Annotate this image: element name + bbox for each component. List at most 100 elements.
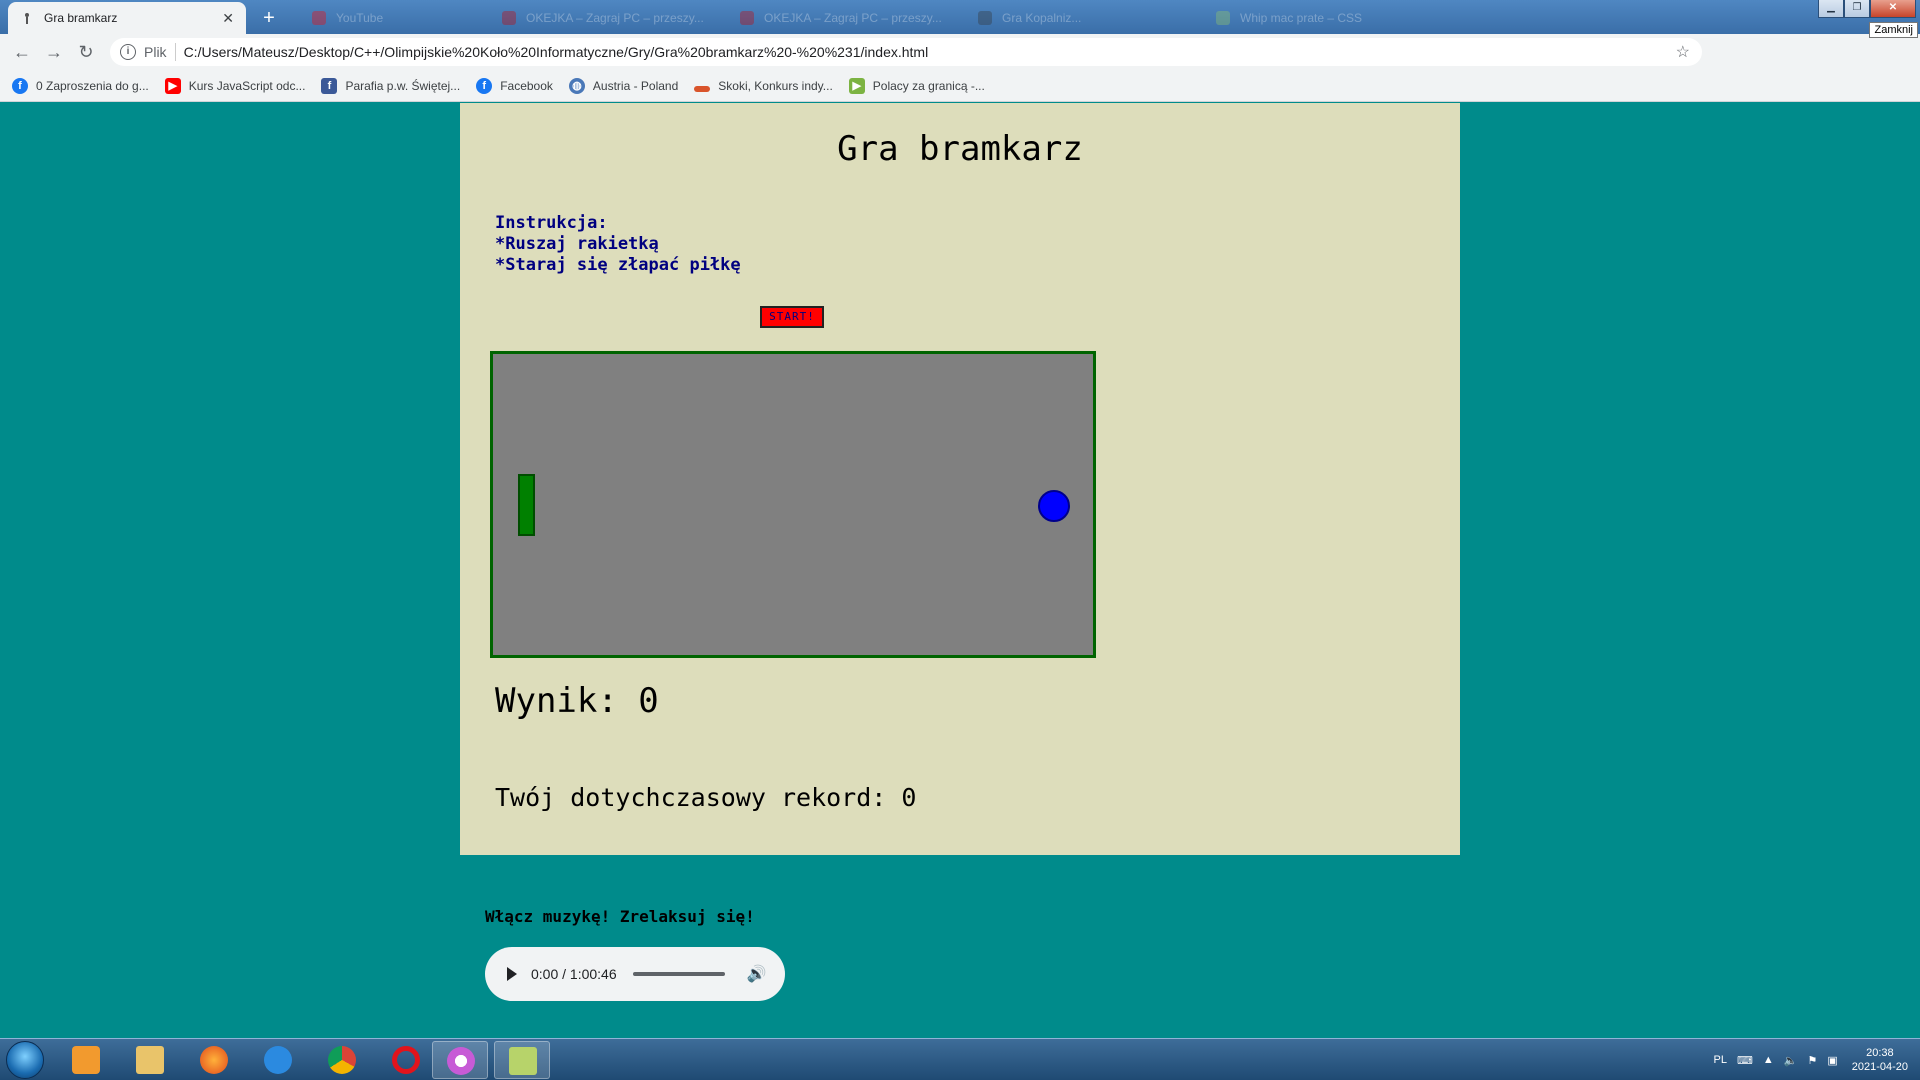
taskbar-media-player[interactable] bbox=[58, 1041, 114, 1079]
record-label: Twój dotychczasowy rekord: 0 bbox=[495, 783, 917, 812]
internet-explorer-icon bbox=[264, 1046, 292, 1074]
info-icon[interactable]: i bbox=[120, 44, 136, 60]
address-bar[interactable]: i Plik C:/Users/Mateusz/Desktop/C++/Olim… bbox=[110, 38, 1702, 66]
bookmarks-bar: f 0 Zaproszenia do g... ▶ Kurs JavaScript … bbox=[0, 70, 1920, 102]
media-player-icon bbox=[72, 1046, 100, 1074]
taskbar-chrome[interactable] bbox=[314, 1041, 370, 1079]
bookmark-item[interactable]: ▶ Kurs JavaScript odc... bbox=[164, 77, 306, 94]
tab-strip: Gra bramkarz ✕ + YouTube OKEJKA – Zagraj… bbox=[0, 0, 1920, 38]
page-title: Gra bramkarz bbox=[837, 129, 1083, 169]
tab-background-1[interactable]: YouTube bbox=[300, 2, 470, 34]
youtube-icon bbox=[312, 11, 326, 25]
css-icon bbox=[1216, 11, 1230, 25]
tab-background-3[interactable]: OKEJKA – Zagraj PC – przeszy... bbox=[728, 2, 958, 34]
taskbar-chrome-active[interactable] bbox=[432, 1041, 488, 1079]
bookmark-label: Facebook bbox=[500, 78, 553, 93]
bookmark-item[interactable]: f Facebook bbox=[476, 77, 553, 94]
music-label: Włącz muzykę! Zrelaksuj się! bbox=[485, 907, 755, 926]
minimize-button[interactable]: ▁ bbox=[1818, 0, 1844, 18]
chrome-icon bbox=[328, 1046, 356, 1074]
back-icon[interactable]: ← bbox=[6, 42, 38, 63]
bookmark-label: Parafia p.w. Świętej... bbox=[345, 78, 461, 93]
url-text[interactable]: C:/Users/Mateusz/Desktop/C++/Olimpijskie… bbox=[184, 44, 929, 60]
taskbar-ie[interactable] bbox=[250, 1041, 306, 1079]
tab-title: Gra Kopalniz... bbox=[1002, 11, 1082, 25]
facebook-icon: f bbox=[476, 77, 493, 94]
tab-title: OKEJKA – Zagraj PC – przeszy... bbox=[526, 11, 704, 25]
instruction-line: *Ruszaj rakietką bbox=[495, 234, 659, 254]
tab-background-2[interactable]: OKEJKA – Zagraj PC – przeszy... bbox=[490, 2, 720, 34]
bookmark-label: Polacy za granicą -... bbox=[872, 78, 985, 93]
scheme-label: Plik bbox=[144, 44, 167, 60]
taskbar: PL ⌨ ▲ 🔈 ⚑ ▣ 20:38 2021-04-20 bbox=[0, 1038, 1920, 1080]
bookmark-label: Austria - Poland bbox=[592, 78, 679, 93]
language-indicator[interactable]: PL bbox=[1713, 1054, 1726, 1066]
globe-icon: ◍ bbox=[568, 77, 585, 94]
bookmark-label: Skoki, Konkurs indy... bbox=[718, 78, 833, 93]
bookmark-item[interactable]: ▶ Polacy za granicą -... bbox=[848, 77, 985, 94]
taskbar-notepad[interactable] bbox=[494, 1041, 550, 1079]
instructions: Instrukcja: *Ruszaj rakietką *Staraj się… bbox=[495, 213, 741, 276]
chrome-canary-icon bbox=[447, 1047, 475, 1075]
bookmark-item[interactable]: ◍ Austria - Poland bbox=[568, 77, 679, 94]
folder-icon bbox=[136, 1046, 164, 1074]
close-window-button[interactable]: ✕ bbox=[1870, 0, 1916, 18]
tray-expand-icon[interactable]: ▲ bbox=[1763, 1054, 1774, 1066]
audio-time: 0:00 / 1:00:46 bbox=[531, 966, 617, 982]
play-icon[interactable] bbox=[507, 967, 517, 981]
clock[interactable]: 20:38 2021-04-20 bbox=[1852, 1046, 1908, 1074]
game-icon bbox=[978, 11, 992, 25]
start-button[interactable]: START! bbox=[760, 306, 824, 328]
ski-icon bbox=[694, 85, 711, 92]
tab-title: YouTube bbox=[336, 11, 384, 25]
reload-icon[interactable]: ↻ bbox=[70, 42, 102, 63]
bookmark-item[interactable]: f Parafia p.w. Świętej... bbox=[321, 77, 461, 94]
okejka-icon bbox=[502, 11, 516, 25]
bookmark-label: Kurs JavaScript odc... bbox=[188, 78, 306, 93]
new-tab-button[interactable]: + bbox=[256, 6, 282, 32]
audio-seek-slider[interactable] bbox=[632, 972, 725, 976]
play-icon: ▶ bbox=[848, 77, 865, 94]
clock-time: 20:38 bbox=[1866, 1047, 1894, 1059]
bookmark-item[interactable]: f 0 Zaproszenia do g... bbox=[12, 77, 149, 94]
browser-toolbar: ← → ↻ i Plik C:/Users/Mateusz/Desktop/C+… bbox=[0, 34, 1920, 94]
divider bbox=[174, 43, 176, 61]
flag-icon[interactable]: ⚑ bbox=[1807, 1054, 1817, 1067]
taskbar-firefox[interactable] bbox=[186, 1041, 242, 1079]
game-field[interactable] bbox=[490, 351, 1096, 658]
network-icon[interactable]: ▣ bbox=[1827, 1054, 1837, 1067]
start-menu-button[interactable] bbox=[6, 1041, 44, 1079]
tab-title: Whip mac prate – CSS bbox=[1240, 11, 1363, 25]
maximize-button[interactable]: ❐ bbox=[1844, 0, 1870, 18]
tab-gra-bramkarz[interactable]: Gra bramkarz ✕ bbox=[8, 2, 246, 34]
game-panel: Gra bramkarz Instrukcja: *Ruszaj rakietk… bbox=[460, 103, 1460, 855]
tab-title: Gra bramkarz bbox=[44, 11, 118, 25]
score-label: Wynik: 0 bbox=[495, 681, 659, 721]
bookmark-star-icon[interactable]: ☆ bbox=[1676, 42, 1690, 62]
taskbar-explorer[interactable] bbox=[122, 1041, 178, 1079]
facebook-icon: f bbox=[321, 77, 338, 94]
firefox-icon bbox=[200, 1046, 228, 1074]
facebook-icon: f bbox=[12, 77, 28, 94]
window-controls: ▁ ❐ ✕ bbox=[1818, 0, 1916, 18]
volume-icon[interactable]: 🔊 bbox=[747, 964, 767, 984]
tab-title: OKEJKA – Zagraj PC – przeszy... bbox=[764, 11, 942, 25]
paddle[interactable] bbox=[518, 474, 535, 536]
clock-date: 2021-04-20 bbox=[1851, 1061, 1908, 1073]
page-icon bbox=[20, 11, 34, 25]
tab-background-4[interactable]: Gra Kopalniz... bbox=[966, 2, 1196, 34]
bookmark-item[interactable]: Skoki, Konkurs indy... bbox=[694, 79, 833, 93]
page-body: Gra bramkarz Instrukcja: *Ruszaj rakietk… bbox=[0, 103, 1920, 1038]
instruction-line: *Staraj się złapać piłkę bbox=[495, 255, 741, 275]
tab-close-icon[interactable]: ✕ bbox=[222, 10, 234, 27]
tab-background-5[interactable]: Whip mac prate – CSS bbox=[1204, 2, 1434, 34]
forward-icon[interactable]: → bbox=[38, 42, 70, 63]
notepad-icon bbox=[509, 1047, 537, 1075]
keyboard-icon[interactable]: ⌨ bbox=[1737, 1054, 1753, 1067]
taskbar-opera[interactable] bbox=[378, 1041, 434, 1079]
system-tray: PL ⌨ ▲ 🔈 ⚑ ▣ 20:38 2021-04-20 bbox=[1703, 1039, 1908, 1080]
ball bbox=[1038, 490, 1070, 522]
volume-icon[interactable]: 🔈 bbox=[1784, 1054, 1798, 1067]
tooltip: Zamknij bbox=[1869, 22, 1918, 38]
audio-player: 0:00 / 1:00:46 🔊 bbox=[485, 947, 785, 1001]
